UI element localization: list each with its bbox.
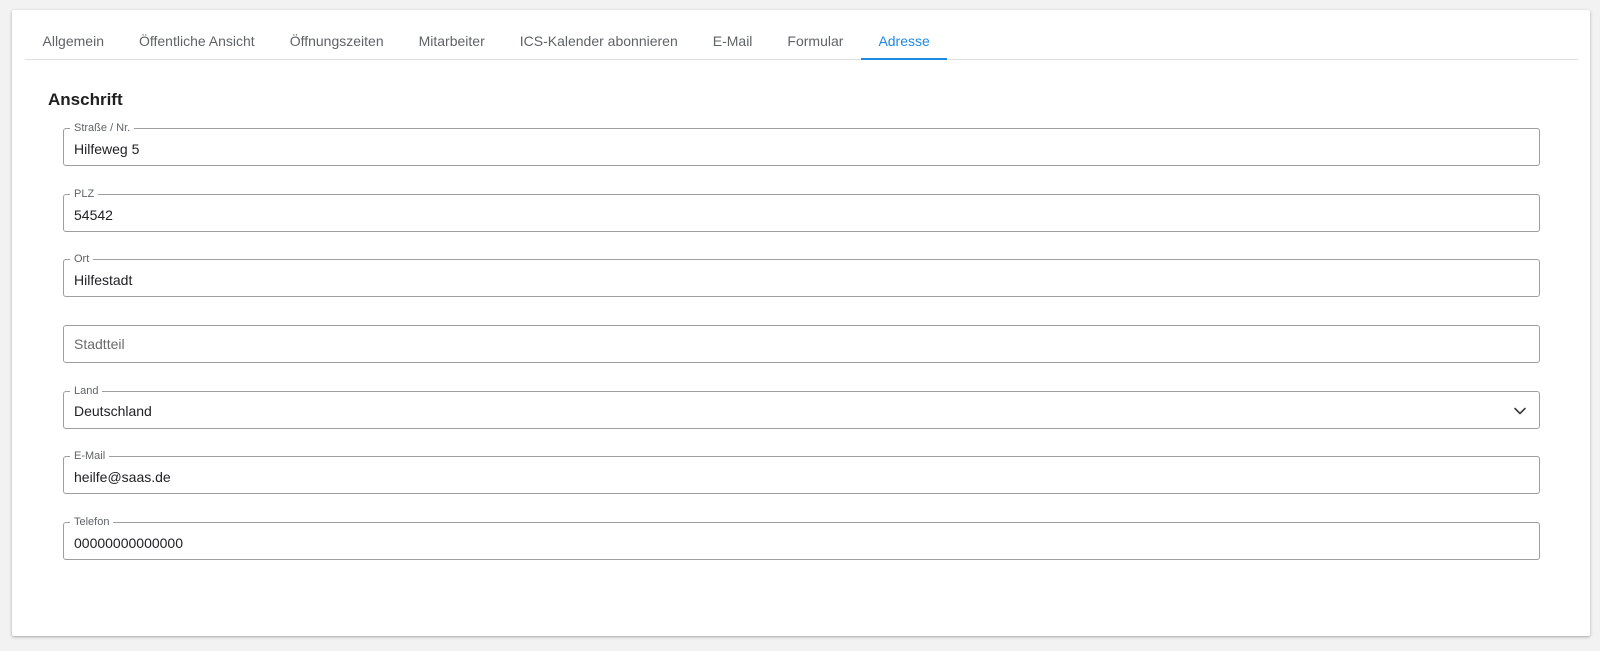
tab-formular[interactable]: Formular	[770, 10, 861, 59]
phone-input[interactable]	[74, 527, 1514, 559]
district-field[interactable]	[63, 325, 1540, 363]
phone-field[interactable]: Telefon	[63, 515, 1540, 560]
country-label: Land	[70, 384, 103, 398]
city-field[interactable]: Ort	[63, 252, 1540, 297]
country-select[interactable]: Land Deutschland	[63, 384, 1540, 429]
tab-oeffnungszeiten[interactable]: Öffnungszeiten	[272, 10, 401, 59]
city-input[interactable]	[74, 264, 1514, 296]
settings-card: Allgemein Öffentliche Ansicht Öffnungsze…	[12, 10, 1590, 636]
tab-mitarbeiter[interactable]: Mitarbeiter	[401, 10, 502, 59]
tab-bar: Allgemein Öffentliche Ansicht Öffnungsze…	[25, 10, 1578, 60]
tab-email[interactable]: E-Mail	[695, 10, 770, 59]
email-input[interactable]	[74, 461, 1514, 493]
section-title: Anschrift	[48, 90, 123, 109]
tab-ics-kalender[interactable]: ICS-Kalender abonnieren	[502, 10, 695, 59]
tab-adresse[interactable]: Adresse	[860, 10, 948, 60]
tab-oeffentliche-ansicht[interactable]: Öffentliche Ansicht	[121, 10, 272, 59]
zip-field[interactable]: PLZ	[63, 187, 1540, 232]
chevron-down-icon[interactable]	[1513, 404, 1527, 418]
email-field[interactable]: E-Mail	[63, 449, 1540, 494]
district-input[interactable]	[74, 326, 1514, 362]
country-value: Deutschland	[74, 403, 152, 419]
tab-allgemein[interactable]: Allgemein	[25, 10, 121, 59]
street-field[interactable]: Straße / Nr.	[63, 121, 1540, 166]
street-input[interactable]	[74, 133, 1514, 165]
zip-input[interactable]	[74, 199, 1514, 231]
